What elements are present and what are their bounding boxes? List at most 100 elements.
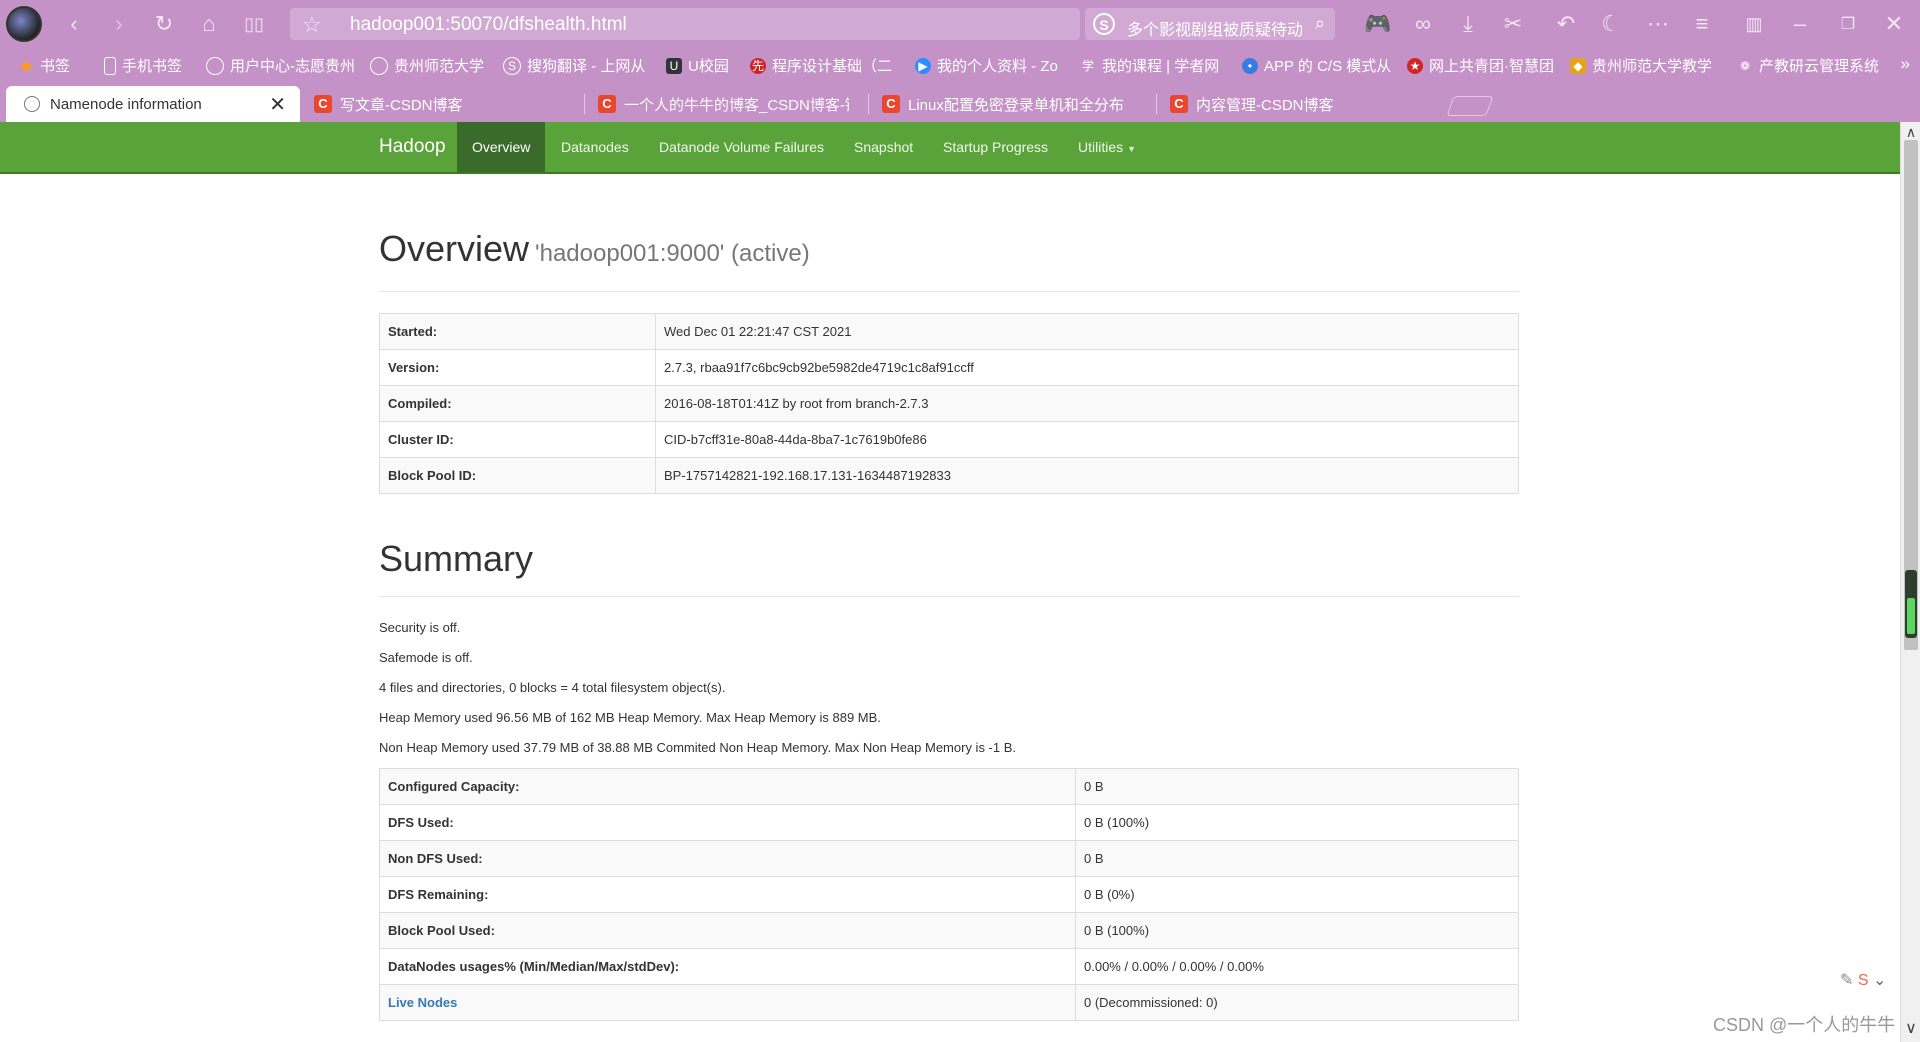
tray-more-icon[interactable]: ⌄ [1873,972,1886,989]
nav-overview[interactable]: Overview [457,122,546,172]
zoom-icon: ▶ [915,57,931,74]
back-icon[interactable]: ‹ [58,8,90,40]
bookmark-item[interactable]: 贵州师范大学 [370,55,484,76]
search-engine-icon[interactable]: S [1093,13,1115,35]
bookmark-item[interactable]: • APP 的 C/S 模式从 [1242,55,1391,76]
reader-icon[interactable]: ▯▯ [238,8,270,40]
reload-icon[interactable]: ↻ [148,8,180,40]
row-key: DFS Remaining: [379,876,1076,913]
search-box[interactable]: S 多个影视剧组被质疑待动物 ⌕ [1085,8,1335,40]
table-row: Non DFS Used: 0 B [379,840,1519,877]
pin-icon: • [1242,57,1258,74]
bookmark-item[interactable]: 先程序设计基础（二 [750,55,892,76]
bookmark-item[interactable]: U U校园 [666,55,729,76]
summary-line-files: 4 files and directories, 0 blocks = 4 to… [379,680,726,695]
sogou-icon: S [503,56,521,75]
more-icon[interactable]: ⋯ [1642,8,1674,40]
table-row: Compiled: 2016-08-18T01:41Z by root from … [379,385,1519,422]
row-value: CID-b7cff31e-80a8-44da-8ba7-1c7619b0fe86 [655,421,1519,458]
row-value: Wed Dec 01 22:21:47 CST 2021 [655,313,1519,350]
table-row: Cluster ID: CID-b7cff31e-80a8-44da-8ba7-1… [379,421,1519,458]
divider [379,596,1519,597]
row-key: Non DFS Used: [379,840,1076,877]
extension-icon[interactable]: ∞ [1407,8,1439,40]
home-icon[interactable]: ⌂ [193,8,225,40]
row-key: Compiled: [379,385,656,422]
address-bar[interactable]: ☆ hadoop001:50070/dfshealth.html ℯ↗⌄ [290,8,1324,40]
battery-level-icon [1907,598,1915,634]
bookmark-label: 网上共青团·智慧团 [1429,58,1554,75]
screenshot-scissors-icon[interactable]: ✂ [1497,8,1529,40]
download-icon[interactable]: ⤓ [1452,8,1484,40]
row-value: 0 B (0%) [1075,876,1519,913]
navbar-brand[interactable]: Hadoop [379,136,446,158]
nav-utilities[interactable]: Utilities ▼ [1063,122,1151,172]
nav-utilities-label: Utilities [1078,139,1124,155]
table-row: DataNodes usages% (Min/Median/Max/stdDev… [379,948,1519,985]
course-icon: 先 [750,57,766,74]
bookmark-item[interactable]: 用户中心-志愿贵州 [206,55,355,76]
csdn-icon: C [882,95,900,113]
hadoop-navbar: Hadoop Overview Datanodes Datanode Volum… [0,122,1900,174]
nav-snapshot[interactable]: Snapshot [839,122,928,172]
bookmark-label: 手机书签 [122,58,183,75]
restore-icon[interactable]: ❐ [1832,8,1864,40]
bookmark-item[interactable]: 学我的课程 | 学者网 [1080,55,1219,76]
tab-write-article[interactable]: C 写文章-CSDN博客 [302,86,582,122]
csdn-icon: C [1170,95,1188,113]
live-nodes-link[interactable]: Live Nodes [388,995,457,1010]
bookmark-item[interactable]: S 搜狗翻译 - 上网从 [503,55,645,76]
summary-line-safemode: Safemode is off. [379,650,473,665]
scroll-down-icon[interactable]: ∨ [1901,1018,1920,1038]
minimize-icon[interactable]: – [1784,8,1816,40]
bookmark-item[interactable]: ★ 书签 [18,55,70,76]
tab-separator [868,94,869,114]
bookmark-item[interactable]: 手机书签 [104,55,182,76]
game-icon[interactable]: 🎮 [1362,8,1394,40]
row-value: 0 B (100%) [1075,912,1519,949]
tab-linux[interactable]: C Linux配置免密登录单机和全分布 [870,86,1154,122]
bookmark-item[interactable]: ❁ 产教研云管理系统 [1737,55,1879,76]
profile-avatar[interactable] [6,6,42,42]
bookmark-item[interactable]: ◆ 贵州师范大学教学 [1570,55,1712,76]
tab-namenode[interactable]: Namenode information ✕ [6,86,300,122]
nav-datanodes[interactable]: Datanodes [546,122,644,172]
bookmark-item[interactable]: ▶ 我的个人资料 - Zo [915,55,1058,76]
scroll-up-icon[interactable]: ∧ [1901,124,1920,141]
row-value: 0 (Decommissioned: 0) [1075,984,1519,1021]
bookmark-item[interactable]: ★ 网上共青团·智慧团 [1407,55,1554,76]
table-row: DFS Used: 0 B (100%) [379,804,1519,841]
bookmark-label: 贵州师范大学教学 [1592,58,1713,75]
note-icon[interactable]: ✎ [1840,972,1853,989]
sogou-input-icon[interactable]: S [1858,972,1869,989]
page-scrollbar[interactable]: ∧ ∨ [1900,122,1920,1042]
summary-line-nonheap: Non Heap Memory used 37.79 MB of 38.88 M… [379,740,1017,755]
tab-blog[interactable]: C 一个人的牛牛的博客_CSDN博客-镜 [586,86,866,122]
menu-icon[interactable]: ≡ [1686,8,1718,40]
bookmark-label: 搜狗翻译 - 上网从 [527,58,646,75]
new-tab-button[interactable] [1446,96,1494,116]
search-icon[interactable]: ⌕ [1315,13,1325,34]
star-icon: ★ [18,55,35,76]
tab-content-manage[interactable]: C 内容管理-CSDN博客 [1158,86,1442,122]
summary-heading: Summary [379,538,534,579]
tab-label: 写文章-CSDN博客 [340,96,463,114]
forward-icon[interactable]: › [103,8,135,40]
summary-line-heap: Heap Memory used 96.56 MB of 162 MB Heap… [379,710,881,725]
night-mode-icon[interactable]: ☾ [1595,8,1627,40]
bookmarks-overflow-icon[interactable]: » [1901,54,1910,74]
undo-icon[interactable]: ↶ [1550,8,1582,40]
skin-icon[interactable]: ▥ [1738,8,1770,40]
browser-toolbar: ‹ › ↻ ⌂ ▯▯ ☆ hadoop001:50070/dfshealth.h… [0,0,1920,48]
bookmark-star-icon[interactable]: ☆ [302,12,322,38]
nav-volume-failures[interactable]: Datanode Volume Failures [644,122,839,172]
nav-startup-progress[interactable]: Startup Progress [928,122,1063,172]
table-row: Started: Wed Dec 01 22:21:47 CST 2021 [379,313,1519,350]
row-key: Started: [379,313,656,350]
table-row: Live Nodes 0 (Decommissioned: 0) [379,984,1519,1021]
close-window-icon[interactable]: ✕ [1878,8,1910,40]
row-value: 0.00% / 0.00% / 0.00% / 0.00% [1075,948,1519,985]
overview-table: Started: Wed Dec 01 22:21:47 CST 2021 Ver… [379,313,1519,494]
close-tab-icon[interactable]: ✕ [269,92,286,117]
row-value: 2.7.3, rbaa91f7c6bc9cb92be5982de4719c1c8… [655,349,1519,386]
